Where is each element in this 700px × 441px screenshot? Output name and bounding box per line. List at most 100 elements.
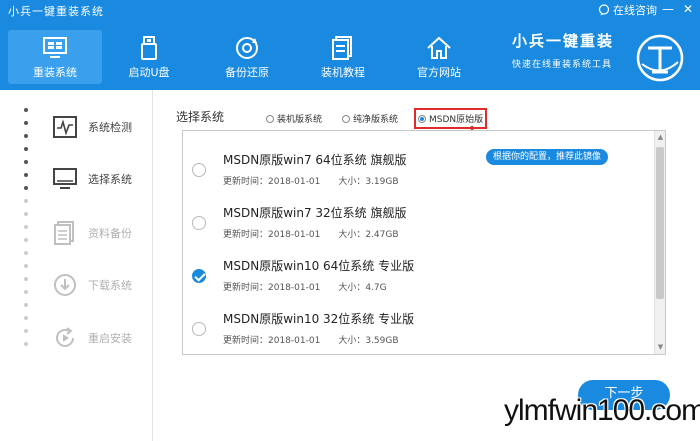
title-bar: 小兵一键重装系统 在线咨询 — ✕ [0,0,700,22]
window-title: 小兵一键重装系统 [8,5,104,18]
radio-circle [266,114,274,123]
progress-dot [24,121,28,125]
system-name: MSDN原版win10 64位系统 专业版 [223,259,415,273]
scroll-thumb[interactable] [656,147,664,299]
steps-sidebar: 系统检测 选择系统 资料备份 下载系统 重启安装 [0,90,153,441]
progress-dot [24,134,28,138]
step-system-check: 系统检测 [52,114,132,140]
system-row[interactable]: MSDN原版win10 32位系统 专业版 更新时间：2018-01-01 大小：… [183,298,653,351]
tutorial-icon [332,36,352,60]
system-size: 大小：3.59GB [338,336,399,346]
step-label: 系统检测 [88,121,132,134]
document-icon [54,221,74,245]
nav-label: 官方网站 [417,66,461,79]
brand-slogan: 快速在线重装系统工具 [512,60,613,70]
restart-icon [56,327,74,347]
progress-dot [24,251,28,255]
system-row[interactable]: MSDN原版win10 64位系统 专业版 更新时间：2018-01-01 大小：… [183,245,653,298]
progress-dot [24,212,28,216]
recommendation-tip: 根据你的配置，推荐此镜像 [486,149,609,165]
system-size: 大小：4.7G [338,283,387,293]
minimize-button[interactable]: — [660,2,676,16]
system-meta: 更新时间：2018-01-01 大小：3.59GB [223,333,399,346]
main-nav: 重装系统 启动U盘 备份还原 装机教程 官方网站 小兵一键重装 快速在线重装系统… [0,22,700,90]
progress-dot [24,264,28,268]
nav-official-site[interactable]: 官方网站 [392,30,486,84]
backup-restore-icon [236,37,258,59]
system-name: MSDN原版win10 32位系统 专业版 [223,312,415,326]
select-system-label: 选择系统 [176,110,225,124]
nav-label: 备份还原 [225,66,269,79]
scroll-up-icon[interactable]: ▲ [657,134,664,141]
nav-tutorial[interactable]: 装机教程 [296,30,390,84]
system-name: MSDN原版win7 64位系统 旗舰版 [223,153,407,167]
progress-dot [24,108,28,112]
pulse-icon [53,116,77,138]
system-name: MSDN原版win7 32位系统 旗舰版 [223,206,407,220]
option-pure-edition[interactable]: 纯净版系统 [342,112,398,125]
nav-label: 装机教程 [321,66,365,79]
progress-dot [24,316,28,320]
step-label: 选择系统 [88,173,132,186]
radio-circle [418,114,426,123]
progress-dot [24,238,28,242]
system-size: 大小：2.47GB [338,230,399,240]
online-consult-label: 在线咨询 [613,4,657,17]
close-button[interactable]: ✕ [680,2,696,16]
progress-dot [24,277,28,281]
progress-dot [24,147,28,151]
usb-icon [141,36,157,60]
online-consult-button[interactable]: 在线咨询 [598,2,657,18]
step-restart-install: 重启安装 [52,325,132,351]
option-installer-edition[interactable]: 装机版系统 [266,112,322,125]
brand-name: 小兵一键重装 [512,32,615,50]
system-radio[interactable] [192,163,206,177]
monitor-icon [43,37,67,58]
step-label: 下载系统 [88,279,132,292]
option-label: 装机版系统 [277,115,323,125]
progress-dot [24,199,28,203]
nav-label: 启动U盘 [128,66,170,79]
home-icon [427,36,451,59]
step-download-system: 下载系统 [52,272,132,298]
progress-dot [24,342,28,346]
watermark: ylmfwin100.com [504,394,700,427]
system-meta: 更新时间：2018-01-01 大小：2.47GB [223,227,399,240]
nav-reinstall-system[interactable]: 重装系统 [8,30,102,84]
system-meta: 更新时间：2018-01-01 大小：4.7G [223,280,387,293]
system-radio[interactable] [192,269,206,283]
progress-dot [24,173,28,177]
update-time: 更新时间：2018-01-01 [223,283,321,293]
option-label: 纯净版系统 [353,115,399,125]
system-radio[interactable] [192,216,206,230]
update-time: 更新时间：2018-01-01 [223,177,321,187]
nav-boot-usb[interactable]: 启动U盘 [102,30,196,84]
download-icon [54,274,76,296]
update-time: 更新时间：2018-01-01 [223,336,321,346]
system-row[interactable]: MSDN原版win7 64位系统 旗舰版 更新时间：2018-01-01 大小：3… [183,139,653,192]
update-time: 更新时间：2018-01-01 [223,230,321,240]
step-label: 资料备份 [88,227,132,240]
system-meta: 更新时间：2018-01-01 大小：3.19GB [223,174,399,187]
brand-logo-icon [636,34,684,82]
step-select-system: 选择系统 [52,166,132,192]
progress-dot [24,329,28,333]
nav-backup-restore[interactable]: 备份还原 [200,30,294,84]
scroll-down-icon[interactable]: ▼ [657,344,664,351]
progress-dot [24,303,28,307]
progress-dot [24,160,28,164]
nav-label: 重装系统 [33,66,77,79]
progress-dot [24,290,28,294]
step-data-backup: 资料备份 [52,220,132,246]
chat-icon [598,4,610,16]
progress-dot [24,186,28,190]
system-row[interactable]: MSDN原版win7 32位系统 旗舰版 更新时间：2018-01-01 大小：2… [183,192,653,245]
brand: 小兵一键重装 快速在线重装系统工具 [512,30,614,70]
radio-circle [342,114,350,123]
system-size: 大小：3.19GB [338,177,399,187]
monitor-icon [53,168,77,189]
step-label: 重启安装 [88,332,132,345]
system-radio[interactable] [192,322,206,336]
progress-dot [24,225,28,229]
list-scrollbar[interactable]: ▲ ▼ [654,131,665,354]
